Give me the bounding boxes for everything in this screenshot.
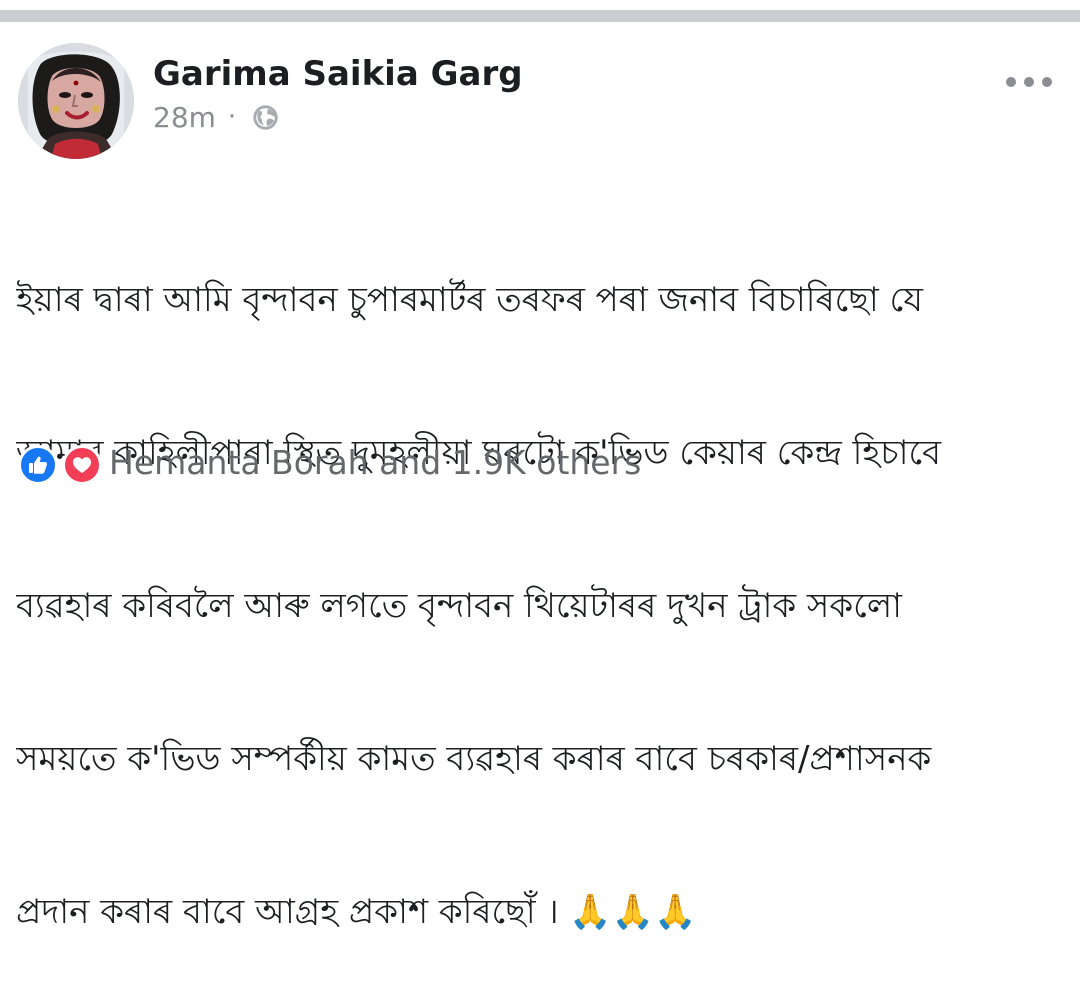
top-divider-area bbox=[0, 0, 1080, 22]
post-body-line: সময়তে ক'ভিড সম্পৰ্কীয় কামত ব্যৱহাৰ কৰা… bbox=[16, 739, 932, 779]
reaction-summary-text[interactable]: Hemanta Borah and 1.9K others bbox=[109, 441, 641, 485]
avatar-image bbox=[18, 43, 134, 159]
globe-icon bbox=[250, 102, 281, 133]
more-options-icon bbox=[1024, 77, 1034, 87]
reaction-icons bbox=[18, 441, 104, 485]
post-body-line: ইয়াৰ দ্বাৰা আমি বৃন্দাবন চুপাৰমাৰ্টৰ তৰ… bbox=[16, 280, 923, 320]
meta-separator: · bbox=[227, 102, 237, 132]
more-options-icon bbox=[1006, 77, 1016, 87]
thumbs-up-icon bbox=[18, 445, 58, 485]
more-options-icon bbox=[1042, 77, 1052, 87]
post-meta: 28m · bbox=[153, 98, 281, 136]
top-divider bbox=[0, 10, 1080, 22]
heart-icon bbox=[62, 445, 102, 485]
author-name[interactable]: Garima Saikia Garg bbox=[153, 53, 523, 95]
author-avatar[interactable] bbox=[18, 43, 134, 159]
more-options-button[interactable] bbox=[1006, 70, 1052, 94]
post-body: ইয়াৰ দ্বাৰা আমি বৃন্দাবন চুপাৰমাৰ্টৰ তৰ… bbox=[16, 173, 1071, 986]
post-body-line: প্ৰদান কৰাৰ বাবে আগ্ৰহ প্ৰকাশ কৰিছোঁ । 🙏… bbox=[16, 892, 697, 932]
reaction-summary[interactable]: Hemanta Borah and 1.9K others bbox=[18, 440, 641, 486]
post-body-line: ব্যৱহাৰ কৰিবলৈ আৰু লগতে বৃন্দাবন থিয়েটা… bbox=[16, 586, 903, 626]
post-timestamp[interactable]: 28m bbox=[153, 101, 216, 134]
